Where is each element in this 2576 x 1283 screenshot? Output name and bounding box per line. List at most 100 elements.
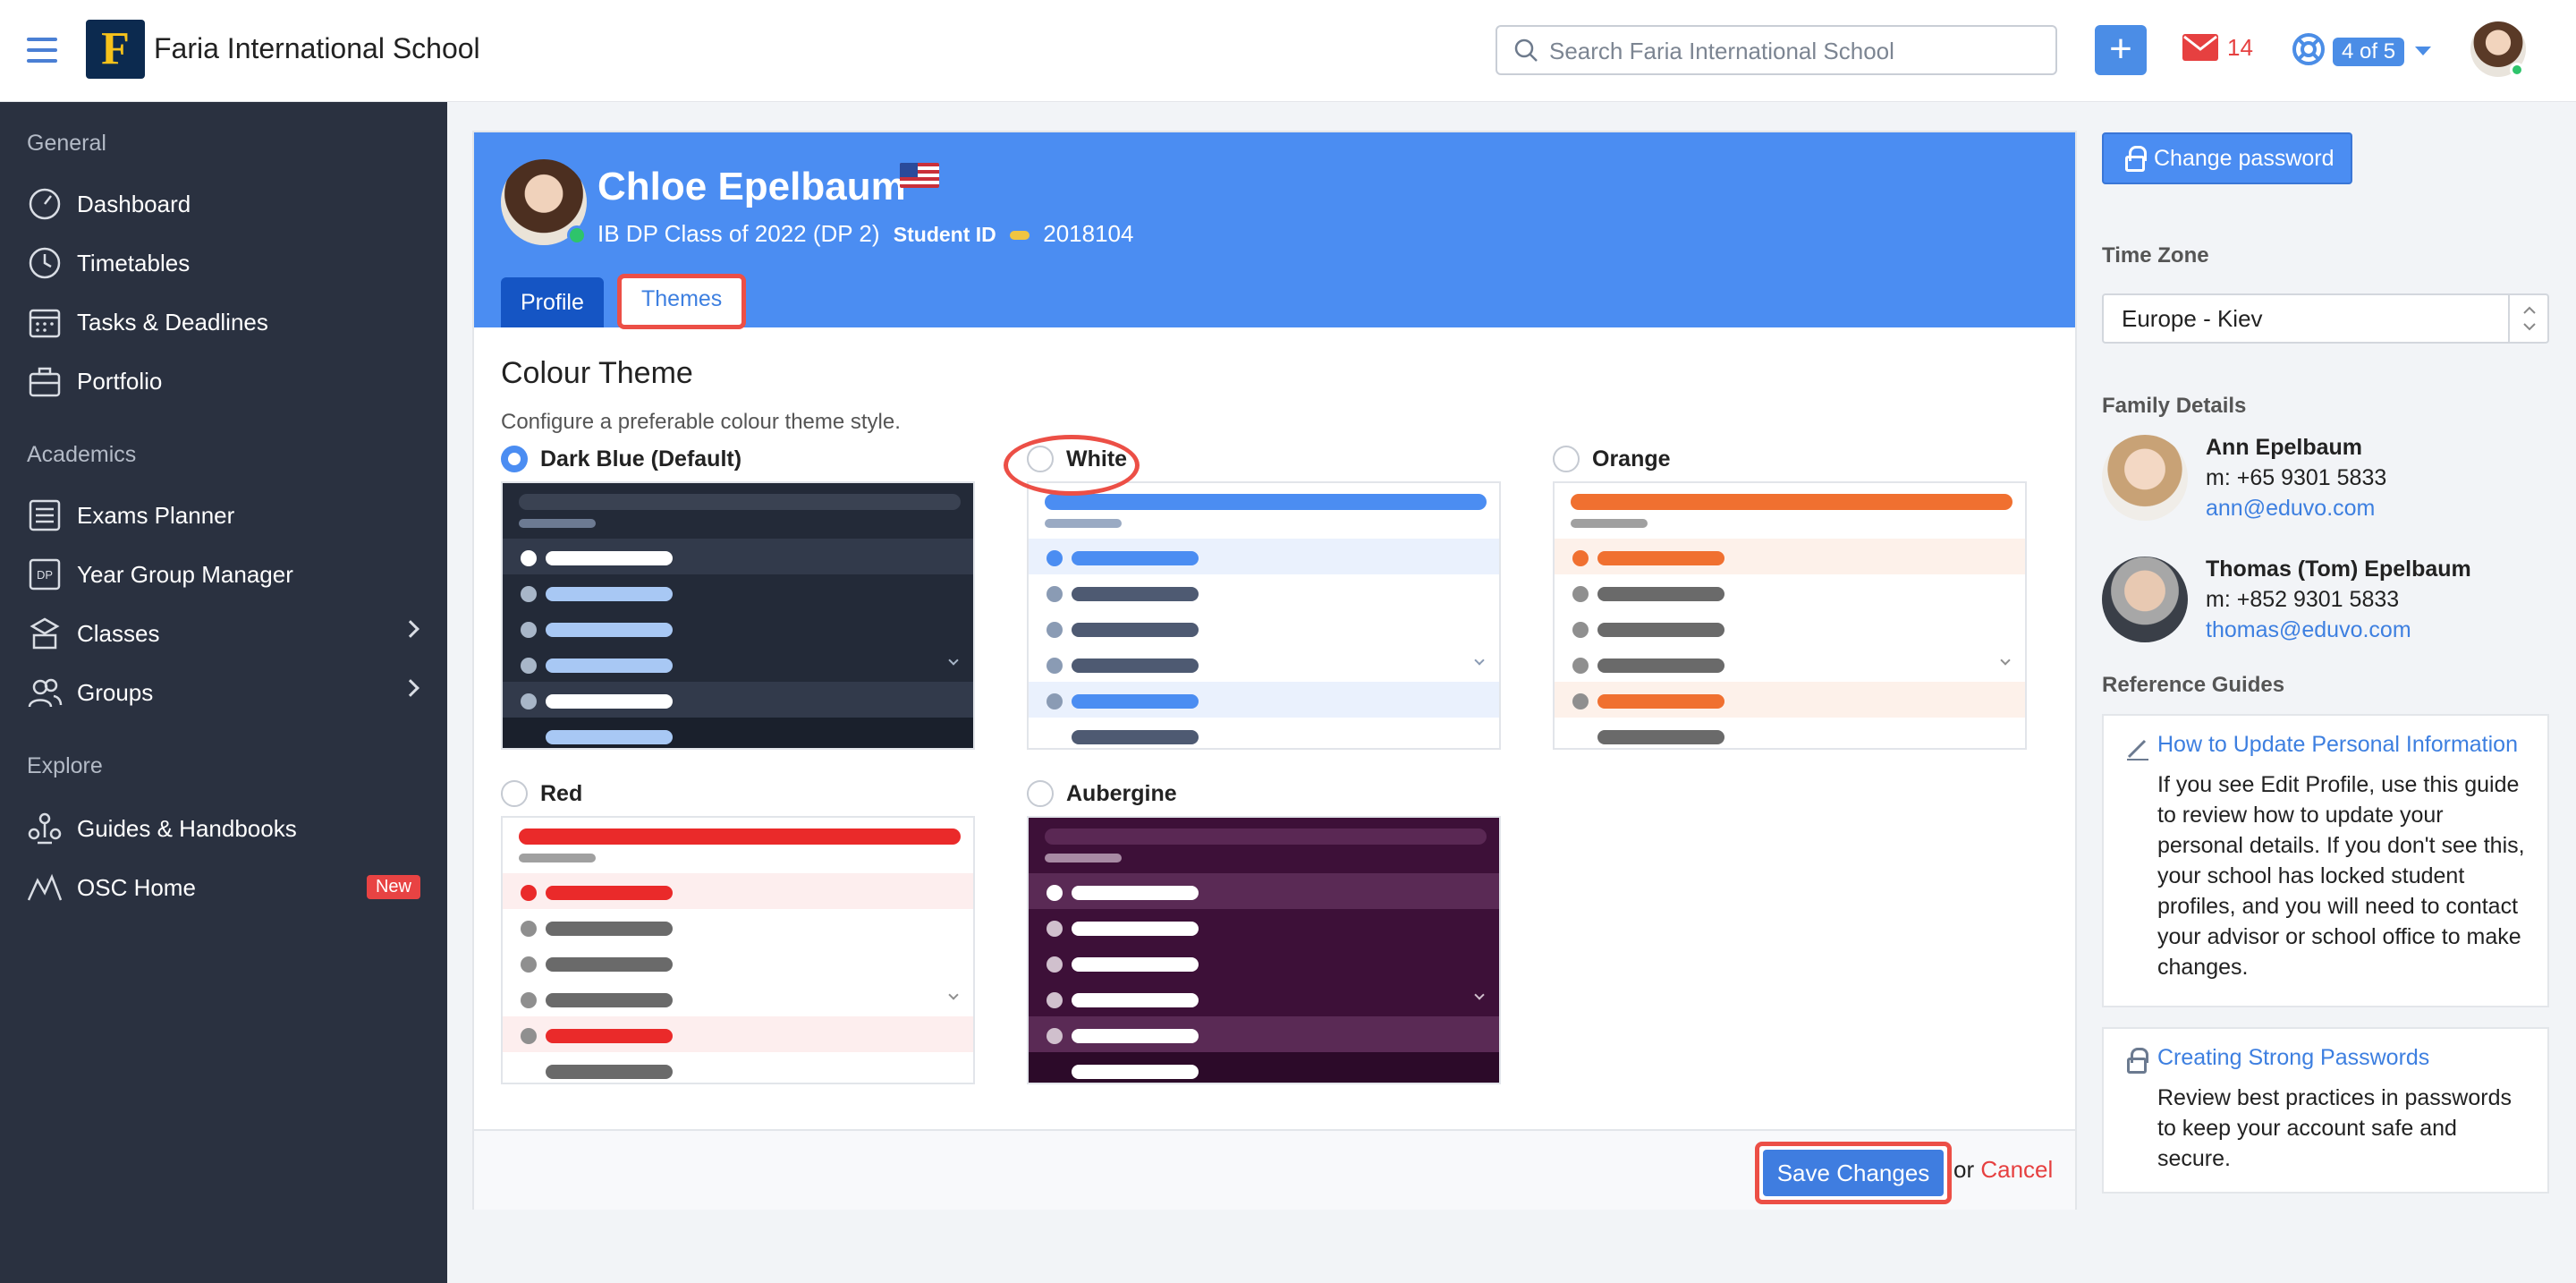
sidebar-item-classes[interactable]: Classes <box>27 614 429 653</box>
highlight-ring <box>1004 435 1140 496</box>
profile-header: Chloe Epelbaum IB DP Class of 2022 (DP 2… <box>474 132 2075 329</box>
dp-icon: DP <box>29 558 61 591</box>
theme-preview[interactable] <box>501 481 975 750</box>
chevron-down-icon[interactable] <box>2415 47 2431 55</box>
theme-preview[interactable] <box>501 816 975 1084</box>
colour-theme-title: Colour Theme <box>501 356 693 390</box>
colour-theme-description: Configure a preferable colour theme styl… <box>501 410 901 434</box>
sidebar-item-label: Dashboard <box>77 190 191 217</box>
theme-radio[interactable] <box>1553 446 1580 472</box>
family-photo <box>2102 557 2188 642</box>
mail-icon[interactable] <box>2182 34 2218 61</box>
sidebar-item-year-group-manager[interactable]: DP Year Group Manager <box>27 555 429 594</box>
us-flag-icon <box>900 163 939 188</box>
sidebar-item-timetables[interactable]: Timetables <box>27 243 429 283</box>
tab-themes[interactable]: Themes <box>617 274 747 329</box>
calendar-icon <box>29 309 61 338</box>
guide-body: Review best practices in passwords to ke… <box>2157 1085 2512 1171</box>
sidebar-item-guides[interactable]: Guides & Handbooks <box>27 809 429 848</box>
theme-option-aubergine[interactable]: Aubergine <box>1027 780 1177 807</box>
chevron-right-icon[interactable] <box>402 679 419 697</box>
theme-option-orange[interactable]: Orange <box>1553 446 1671 472</box>
theme-preview[interactable] <box>1553 481 2027 750</box>
lock-icon <box>2125 146 2147 172</box>
guide-title-link[interactable]: Creating Strong Passwords <box>2157 1045 2429 1071</box>
sidebar-item-portfolio[interactable]: Portfolio <box>27 361 429 401</box>
online-status-icon <box>2510 63 2524 77</box>
lifebuoy-icon[interactable] <box>2292 32 2326 66</box>
profile-class: IB DP Class of 2022 (DP 2) <box>597 220 880 247</box>
sidebar-item-label: Classes <box>77 619 160 647</box>
guide-title-link[interactable]: How to Update Personal Information <box>2157 732 2518 758</box>
theme-radio[interactable] <box>1027 780 1054 807</box>
family-email[interactable]: ann@eduvo.com <box>2206 496 2375 522</box>
spinner-icon[interactable] <box>2508 295 2547 342</box>
mail-count[interactable]: 14 <box>2227 34 2253 62</box>
theme-option-red[interactable]: Red <box>501 780 582 807</box>
family-name: Thomas (Tom) Epelbaum <box>2206 557 2471 582</box>
search-input[interactable] <box>1549 34 2050 68</box>
cancel-link[interactable]: Cancel <box>1980 1156 2053 1183</box>
svg-text:DP: DP <box>37 568 53 582</box>
family-name: Ann Epelbaum <box>2206 435 2363 460</box>
student-id-value: 2018104 <box>1043 220 1134 247</box>
online-status-icon <box>567 225 587 245</box>
theme-radio[interactable] <box>501 446 528 472</box>
guide-card: Creating Strong Passwords Review best pr… <box>2102 1027 2549 1194</box>
time-zone-value: Europe - Kiev <box>2122 305 2263 332</box>
support-badge[interactable]: 4 of 5 <box>2333 38 2405 66</box>
new-badge: New <box>366 875 420 899</box>
pencil-icon <box>2127 739 2148 760</box>
sidebar-item-label: Tasks & Deadlines <box>77 308 268 336</box>
theme-radio[interactable] <box>501 780 528 807</box>
sidebar-item-tasks[interactable]: Tasks & Deadlines <box>27 302 429 342</box>
sidebar-item-dashboard[interactable]: Dashboard <box>27 184 429 224</box>
theme-preview[interactable] <box>1027 816 1501 1084</box>
tab-profile[interactable]: Profile <box>501 277 604 327</box>
change-password-button[interactable]: Change password <box>2102 132 2352 184</box>
family-email[interactable]: thomas@eduvo.com <box>2206 617 2411 643</box>
student-id-label: Student ID <box>893 223 996 246</box>
sidebar-section-academics: Academics <box>27 442 137 467</box>
users-icon <box>28 678 63 708</box>
or-cancel: or Cancel <box>1953 1156 2053 1184</box>
menu-icon[interactable] <box>27 38 57 63</box>
chevron-right-icon[interactable] <box>402 620 419 638</box>
theme-option-dark[interactable]: Dark Blue (Default) <box>501 446 741 472</box>
sidebar-item-osc-home[interactable]: OSC Home New <box>27 868 429 907</box>
profile-subtitle: IB DP Class of 2022 (DP 2) Student ID 20… <box>597 220 1133 248</box>
profile-name: Chloe Epelbaum <box>597 165 906 208</box>
family-phone: m: +852 9301 5833 <box>2206 587 2400 612</box>
theme-label: Dark Blue (Default) <box>540 446 742 472</box>
school-logo[interactable]: F <box>86 20 145 79</box>
briefcase-icon <box>29 367 61 397</box>
theme-label: Red <box>540 780 583 806</box>
school-name[interactable]: Faria International School <box>154 32 480 65</box>
guide-body: If you see Edit Profile, use this guide … <box>2157 772 2525 980</box>
search-box[interactable] <box>1496 25 2057 75</box>
sidebar-item-label: Groups <box>77 678 154 706</box>
sidebar-item-exams-planner[interactable]: Exams Planner <box>27 496 429 535</box>
sidebar-item-groups[interactable]: Groups <box>27 673 429 712</box>
classes-icon <box>30 617 60 650</box>
top-bar: F Faria International School + 14 4 of 5 <box>0 0 2576 102</box>
sidebar-section-explore: Explore <box>27 753 103 778</box>
change-password-label: Change password <box>2154 146 2334 171</box>
save-changes-button[interactable]: Save Changes <box>1755 1142 1952 1204</box>
time-zone-select[interactable]: Europe - Kiev <box>2102 293 2549 344</box>
theme-preview[interactable] <box>1027 481 1501 750</box>
add-button[interactable]: + <box>2095 25 2147 75</box>
clock-icon <box>29 247 61 279</box>
family-phone: m: +65 9301 5833 <box>2206 465 2387 490</box>
save-changes-label: Save Changes <box>1763 1150 1944 1196</box>
sidebar-item-label: OSC Home <box>77 873 196 901</box>
sidebar-item-label: Guides & Handbooks <box>77 814 297 842</box>
people-network-icon <box>28 812 62 845</box>
sidebar: General Dashboard Timetables Tasks & Dea… <box>0 102 447 1283</box>
list-icon <box>29 499 61 531</box>
or-text: or <box>1953 1156 1975 1183</box>
profile-card: Chloe Epelbaum IB DP Class of 2022 (DP 2… <box>472 131 2077 1210</box>
theme-label: Aubergine <box>1066 780 1177 806</box>
sidebar-section-general: General <box>27 131 106 156</box>
reference-guides-label: Reference Guides <box>2102 673 2285 697</box>
